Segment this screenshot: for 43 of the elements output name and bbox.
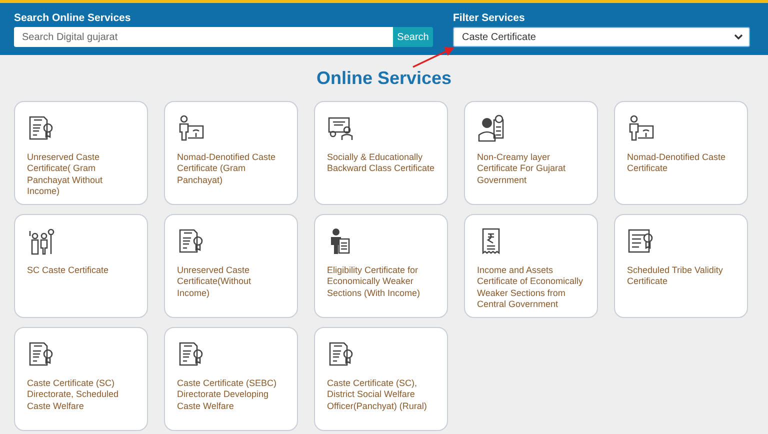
service-title: Caste Certificate (SC), District Social Welfare Officer(Panchyat) (Rural): [327, 378, 428, 412]
search-button[interactable]: Search: [393, 27, 433, 47]
certificate-icon: [177, 227, 205, 255]
service-card[interactable]: Caste Certificate (SEBC) Directorate Developing Caste Welfare: [164, 327, 298, 431]
service-title: Unreserved Caste Certificate(Without Income): [177, 265, 252, 299]
page-title: Online Services: [316, 67, 452, 89]
service-title: Socially & Educationally Backward Class Certificate: [327, 152, 435, 175]
service-card[interactable]: Income and Assets Certificate of Economically Weaker Sections from Central Government: [464, 214, 598, 318]
certificate-icon: [27, 340, 55, 368]
service-title: Eligibility Certificate for Economically Weaker Sections (With Income): [327, 265, 422, 299]
certificate-icon: [327, 340, 355, 368]
certificate-icon: [627, 227, 655, 255]
person-board-icon: [627, 114, 655, 142]
service-title: Income and Assets Certificate of Economically Weaker Sections from Central Government: [477, 265, 584, 310]
service-card[interactable]: Scheduled Tribe Validity Certificate: [614, 214, 748, 318]
filter-select[interactable]: Caste Certificate: [453, 27, 750, 47]
service-card[interactable]: Socially & Educationally Backward Class Certificate: [314, 101, 448, 205]
service-card[interactable]: Caste Certificate (SC) Directorate, Scheduled Caste Welfare: [14, 327, 148, 431]
chevron-icon: [734, 34, 743, 40]
service-card[interactable]: Unreserved Caste Certificate(Without Income): [164, 214, 298, 318]
service-card[interactable]: Caste Certificate (SC), District Social Welfare Officer(Panchyat) (Rural): [314, 327, 448, 431]
service-title: Caste Certificate (SC) Directorate, Scheduled Caste Welfare: [27, 378, 120, 412]
filter-label: Filter Services: [453, 12, 526, 25]
search-label: Search Online Services: [14, 12, 132, 25]
service-title: Unreserved Caste Certificate( Gram Panchayat Without Income): [27, 152, 104, 198]
service-card[interactable]: SC Caste Certificate: [14, 214, 148, 318]
search-field[interactable]: Search Digital gujarat: [14, 27, 393, 47]
service-card[interactable]: Unreserved Caste Certificate( Gram Panchayat Without Income): [14, 101, 148, 205]
service-card[interactable]: Non-Creamy layer Certificate For Gujarat Government: [464, 101, 598, 205]
person-document-icon: [477, 114, 505, 142]
service-title: Scheduled Tribe Validity Certificate: [627, 265, 724, 288]
service-card[interactable]: Eligibility Certificate for Economically Weaker Sections (With Income): [314, 214, 448, 318]
certificate-icon: [27, 114, 55, 142]
service-title: SC Caste Certificate: [27, 265, 110, 276]
service-title: Non-Creamy layer Certificate For Gujarat Government: [477, 152, 567, 186]
people-icon: [27, 227, 55, 255]
certificate-icon: [177, 340, 205, 368]
service-title: Caste Certificate (SEBC) Directorate Developing Caste Welfare: [177, 378, 278, 412]
person-board-icon: [177, 114, 205, 142]
service-card[interactable]: Nomad-Denotified Caste Certificate: [614, 101, 748, 205]
service-title: Nomad-Denotified Caste Certificate (Gram Panchayat): [177, 152, 277, 186]
service-title: Nomad-Denotified Caste Certificate: [627, 152, 727, 175]
service-card[interactable]: Nomad-Denotified Caste Certificate (Gram Panchayat): [164, 101, 298, 205]
